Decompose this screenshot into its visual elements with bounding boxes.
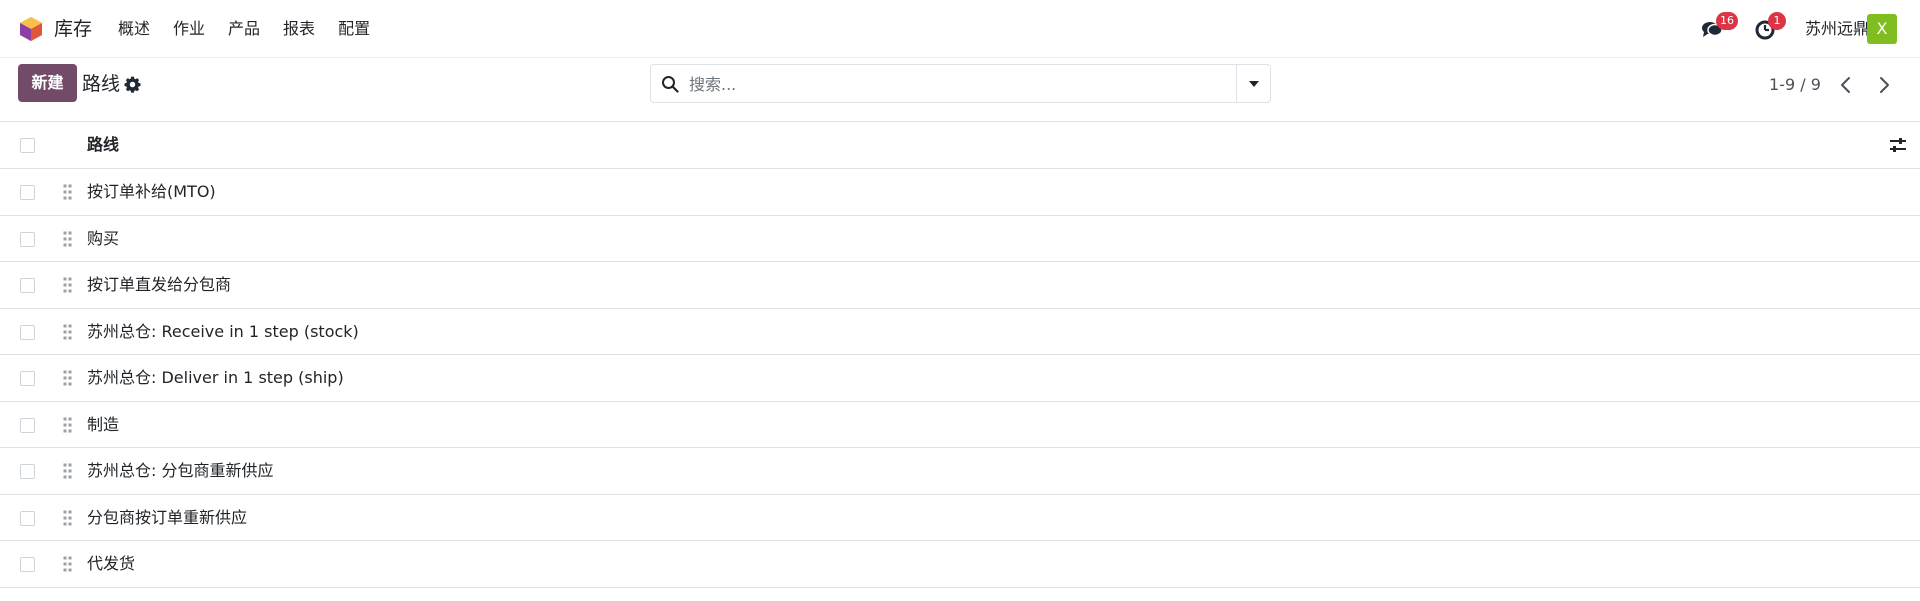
- previous-page-button[interactable]: [1834, 72, 1858, 98]
- new-button[interactable]: 新建: [18, 64, 77, 102]
- row-checkbox[interactable]: [20, 417, 35, 433]
- menu-item-overview[interactable]: 概述: [118, 18, 150, 40]
- select-all-checkbox[interactable]: [20, 138, 35, 153]
- messages-button[interactable]: 16: [1700, 12, 1738, 42]
- row-checkbox[interactable]: [20, 278, 35, 293]
- row-checkbox[interactable]: [20, 557, 35, 572]
- table-row[interactable]: 苏州总仓: Receive in 1 step (stock): [0, 308, 1920, 355]
- drag-handle-icon[interactable]: [63, 231, 73, 247]
- column-header-route[interactable]: 路线: [87, 134, 119, 156]
- table-row[interactable]: 制造: [0, 401, 1920, 448]
- drag-handle-icon[interactable]: [63, 370, 73, 386]
- drag-handle-icon[interactable]: [63, 463, 73, 479]
- list-header-row: 路线: [0, 122, 1920, 169]
- optional-columns-icon[interactable]: [1888, 136, 1908, 154]
- app-name[interactable]: 库存: [54, 16, 92, 42]
- row-checkbox[interactable]: [20, 510, 35, 526]
- menu-item-products[interactable]: 产品: [228, 18, 260, 40]
- gear-icon[interactable]: [124, 76, 141, 93]
- drag-handle-icon[interactable]: [63, 277, 73, 293]
- menu-item-reporting[interactable]: 报表: [283, 18, 315, 40]
- control-panel: 新建 路线 1-9 / 9: [0, 58, 1920, 122]
- user-avatar[interactable]: X: [1867, 14, 1897, 44]
- search-box: [650, 64, 1271, 103]
- next-page-button[interactable]: [1872, 72, 1896, 98]
- routes-list: 路线 按订单补给(MTO) 购买按订单直发给分包商苏州总仓: Receive in…: [0, 122, 1920, 588]
- top-navbar: 库存 概述 作业 产品 报表 配置 16 1 苏州远鼎 X: [0, 0, 1920, 58]
- caret-down-icon: [1249, 81, 1259, 87]
- activities-button[interactable]: 1: [1754, 12, 1786, 42]
- route-name-cell[interactable]: 苏州总仓: Receive in 1 step (stock): [87, 321, 359, 343]
- drag-handle-icon[interactable]: [63, 184, 73, 200]
- table-row[interactable]: 分包商按订单重新供应: [0, 494, 1920, 541]
- table-row[interactable]: 按订单直发给分包商: [0, 262, 1920, 309]
- search-options-toggle[interactable]: [1236, 65, 1270, 102]
- table-row[interactable]: 代发货: [0, 541, 1920, 588]
- row-checkbox[interactable]: [20, 185, 35, 200]
- drag-handle-icon[interactable]: [63, 417, 73, 433]
- route-name-cell[interactable]: 苏州总仓: 分包商重新供应: [87, 460, 273, 482]
- route-name-cell[interactable]: 代发货: [87, 553, 135, 575]
- drag-handle-icon[interactable]: [63, 324, 73, 340]
- main-menu: 概述 作业 产品 报表 配置: [118, 18, 393, 40]
- row-checkbox[interactable]: [20, 464, 35, 479]
- row-checkbox[interactable]: [20, 231, 35, 247]
- table-row[interactable]: 苏州总仓: 分包商重新供应: [0, 448, 1920, 495]
- messages-count-badge: 16: [1716, 12, 1738, 30]
- pager-value[interactable]: 1-9 / 9: [1769, 74, 1821, 96]
- route-name-cell[interactable]: 制造: [87, 414, 119, 436]
- table-row[interactable]: 购买: [0, 215, 1920, 262]
- route-name-cell[interactable]: 购买: [87, 228, 119, 250]
- route-name-cell[interactable]: 按订单补给(MTO): [87, 181, 216, 203]
- page-title: 路线: [82, 73, 121, 95]
- route-name-cell[interactable]: 苏州总仓: Deliver in 1 step (ship): [87, 367, 344, 389]
- search-input[interactable]: [689, 71, 1229, 97]
- drag-handle-icon[interactable]: [63, 556, 73, 572]
- inventory-app-icon[interactable]: [18, 16, 44, 42]
- route-name-cell[interactable]: 分包商按订单重新供应: [87, 507, 247, 529]
- route-name-cell[interactable]: 按订单直发给分包商: [87, 274, 231, 296]
- row-checkbox[interactable]: [20, 371, 35, 386]
- menu-item-configuration[interactable]: 配置: [338, 18, 370, 40]
- table-row[interactable]: 按订单补给(MTO): [0, 169, 1920, 216]
- drag-handle-icon[interactable]: [63, 510, 73, 526]
- row-checkbox[interactable]: [20, 324, 35, 340]
- table-row[interactable]: 苏州总仓: Deliver in 1 step (ship): [0, 355, 1920, 402]
- menu-item-operations[interactable]: 作业: [173, 18, 205, 40]
- search-icon: [662, 76, 679, 93]
- systray: 16 1 苏州远鼎 X: [1690, 0, 1920, 58]
- company-switcher[interactable]: 苏州远鼎: [1805, 18, 1869, 40]
- activities-count-badge: 1: [1768, 12, 1786, 30]
